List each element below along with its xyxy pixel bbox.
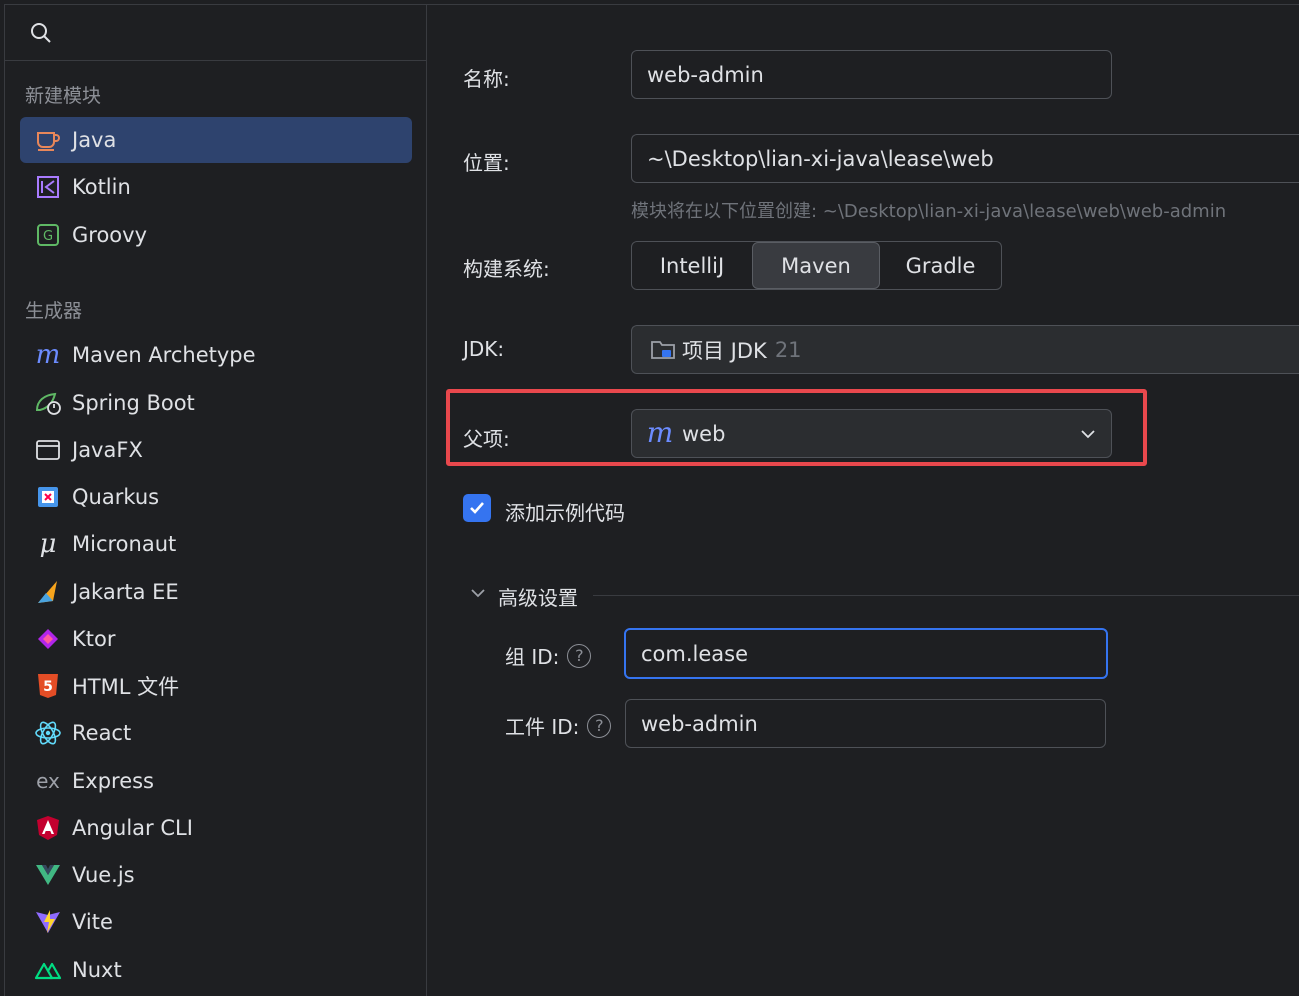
sidebar-item-kotlin[interactable]: Kotlin xyxy=(20,164,412,210)
svg-text:5: 5 xyxy=(43,679,53,695)
sidebar-item-html[interactable]: 5 HTML 文件 xyxy=(20,663,412,709)
sidebar-item-label: Vue.js xyxy=(72,863,135,887)
sidebar-item-label: React xyxy=(72,721,132,745)
nuxt-icon xyxy=(34,956,62,984)
artifact-id-label: 工件 ID: xyxy=(505,715,580,739)
sidebar-item-maven-archetype[interactable]: m Maven Archetype xyxy=(20,332,412,378)
groovy-icon: G xyxy=(34,221,62,249)
sidebar-item-label: JavaFX xyxy=(72,438,143,462)
folder-icon xyxy=(650,337,678,363)
vue-icon xyxy=(34,861,62,889)
sidebar-item-vite[interactable]: Vite xyxy=(20,899,412,945)
maven-icon: m xyxy=(646,422,674,446)
generators-header: 生成器 xyxy=(25,300,83,322)
location-hint: 模块将在以下位置创建: ~\Desktop\lian-xi-java\lease… xyxy=(631,201,1227,222)
advanced-divider xyxy=(593,595,1299,596)
search-icon[interactable] xyxy=(29,21,53,45)
sidebar-item-label: Jakarta EE xyxy=(72,580,179,604)
svg-text:m: m xyxy=(36,343,61,367)
svg-text:μ: μ xyxy=(40,531,57,557)
group-id-input[interactable]: com.lease xyxy=(624,628,1108,679)
sidebar-item-angular[interactable]: Angular CLI xyxy=(20,805,412,851)
build-option-gradle[interactable]: Gradle xyxy=(880,242,1001,289)
sidebar-item-label: Kotlin xyxy=(72,175,131,199)
jdk-dropdown[interactable]: 项目 JDK 21 xyxy=(631,325,1299,374)
react-icon xyxy=(34,719,62,747)
sidebar-item-vue[interactable]: Vue.js xyxy=(20,852,412,898)
module-form: 名称: web-admin 位置: ~\Desktop\lian-xi-java… xyxy=(428,5,1299,996)
build-system-label: 构建系统: xyxy=(463,257,550,281)
build-system-selector: IntelliJ Maven Gradle xyxy=(631,241,1002,290)
sidebar-item-label: Express xyxy=(72,769,155,793)
kotlin-icon xyxy=(34,173,62,201)
express-icon: ex xyxy=(34,767,62,795)
jakarta-ee-icon xyxy=(34,578,62,606)
sidebar-item-spring-boot[interactable]: Spring Boot xyxy=(20,380,412,426)
new-module-header: 新建模块 xyxy=(25,85,102,107)
spring-boot-icon xyxy=(34,389,62,417)
sidebar-item-label: Nuxt xyxy=(72,958,122,982)
new-module-dialog: 新建模块 Java Kotlin G Groovy 生成器 m Maven Ar… xyxy=(4,4,1299,996)
checkmark-icon xyxy=(467,498,487,518)
help-icon[interactable]: ? xyxy=(567,643,592,668)
location-label: 位置: xyxy=(463,151,510,175)
sample-code-checkbox[interactable] xyxy=(463,494,491,522)
parent-label: 父项: xyxy=(463,427,510,451)
jdk-value: 项目 JDK xyxy=(682,338,767,363)
javafx-icon xyxy=(34,436,62,464)
chevron-down-icon xyxy=(1079,424,1097,448)
sidebar-item-react[interactable]: React xyxy=(20,710,412,756)
sidebar: 新建模块 Java Kotlin G Groovy 生成器 m Maven Ar… xyxy=(5,5,427,996)
maven-icon: m xyxy=(34,341,62,369)
micronaut-icon: μ xyxy=(34,530,62,558)
sidebar-item-ktor[interactable]: Ktor xyxy=(20,616,412,662)
sidebar-item-label: Quarkus xyxy=(72,485,160,509)
name-input[interactable]: web-admin xyxy=(631,50,1112,99)
quarkus-icon xyxy=(34,483,62,511)
name-label: 名称: xyxy=(463,67,510,91)
angular-icon xyxy=(34,814,62,842)
sidebar-item-javafx[interactable]: JavaFX xyxy=(20,427,412,473)
sidebar-item-label: Angular CLI xyxy=(72,816,193,840)
sidebar-item-nuxt[interactable]: Nuxt xyxy=(20,947,412,993)
group-id-label: 组 ID: xyxy=(505,645,560,669)
svg-text:ex: ex xyxy=(36,769,60,793)
chevron-down-icon[interactable] xyxy=(470,585,486,601)
sidebar-item-quarkus[interactable]: Quarkus xyxy=(20,474,412,520)
parent-value: web xyxy=(682,421,726,446)
java-icon xyxy=(34,126,62,154)
sidebar-item-jakarta-ee[interactable]: Jakarta EE xyxy=(20,569,412,615)
sidebar-item-label: Ktor xyxy=(72,627,116,651)
svg-text:G: G xyxy=(43,229,53,244)
group-id-label-row: 组 ID: ? xyxy=(505,641,592,670)
sidebar-item-label: Maven Archetype xyxy=(72,343,256,367)
help-icon[interactable]: ? xyxy=(587,713,612,738)
sidebar-item-java[interactable]: Java xyxy=(20,117,412,163)
svg-text:m: m xyxy=(647,422,674,446)
sidebar-item-label: Groovy xyxy=(72,223,147,247)
build-option-intellij[interactable]: IntelliJ xyxy=(632,242,752,289)
sample-code-label: 添加示例代码 xyxy=(505,501,625,525)
artifact-id-label-row: 工件 ID: ? xyxy=(505,711,612,740)
sidebar-item-label: Java xyxy=(72,128,117,152)
sidebar-item-label: Micronaut xyxy=(72,532,177,556)
jdk-version: 21 xyxy=(774,337,802,362)
advanced-settings-toggle[interactable]: 高级设置 xyxy=(498,582,578,611)
build-option-maven[interactable]: Maven xyxy=(752,242,880,289)
sidebar-item-micronaut[interactable]: μ Micronaut xyxy=(20,521,412,567)
sidebar-item-groovy[interactable]: G Groovy xyxy=(20,212,412,258)
ktor-icon xyxy=(34,625,62,653)
jdk-label: JDK: xyxy=(463,337,505,361)
parent-dropdown[interactable]: m web xyxy=(631,409,1112,458)
search-bar[interactable] xyxy=(5,5,426,61)
html-icon: 5 xyxy=(34,672,62,700)
vite-icon xyxy=(34,908,62,936)
sidebar-item-label: Spring Boot xyxy=(72,391,195,415)
sidebar-item-label: HTML 文件 xyxy=(72,675,180,699)
location-input[interactable]: ~\Desktop\lian-xi-java\lease\web xyxy=(631,134,1299,183)
artifact-id-input[interactable]: web-admin xyxy=(625,699,1106,748)
sidebar-item-express[interactable]: ex Express xyxy=(20,758,412,804)
sidebar-item-label: Vite xyxy=(72,910,113,934)
